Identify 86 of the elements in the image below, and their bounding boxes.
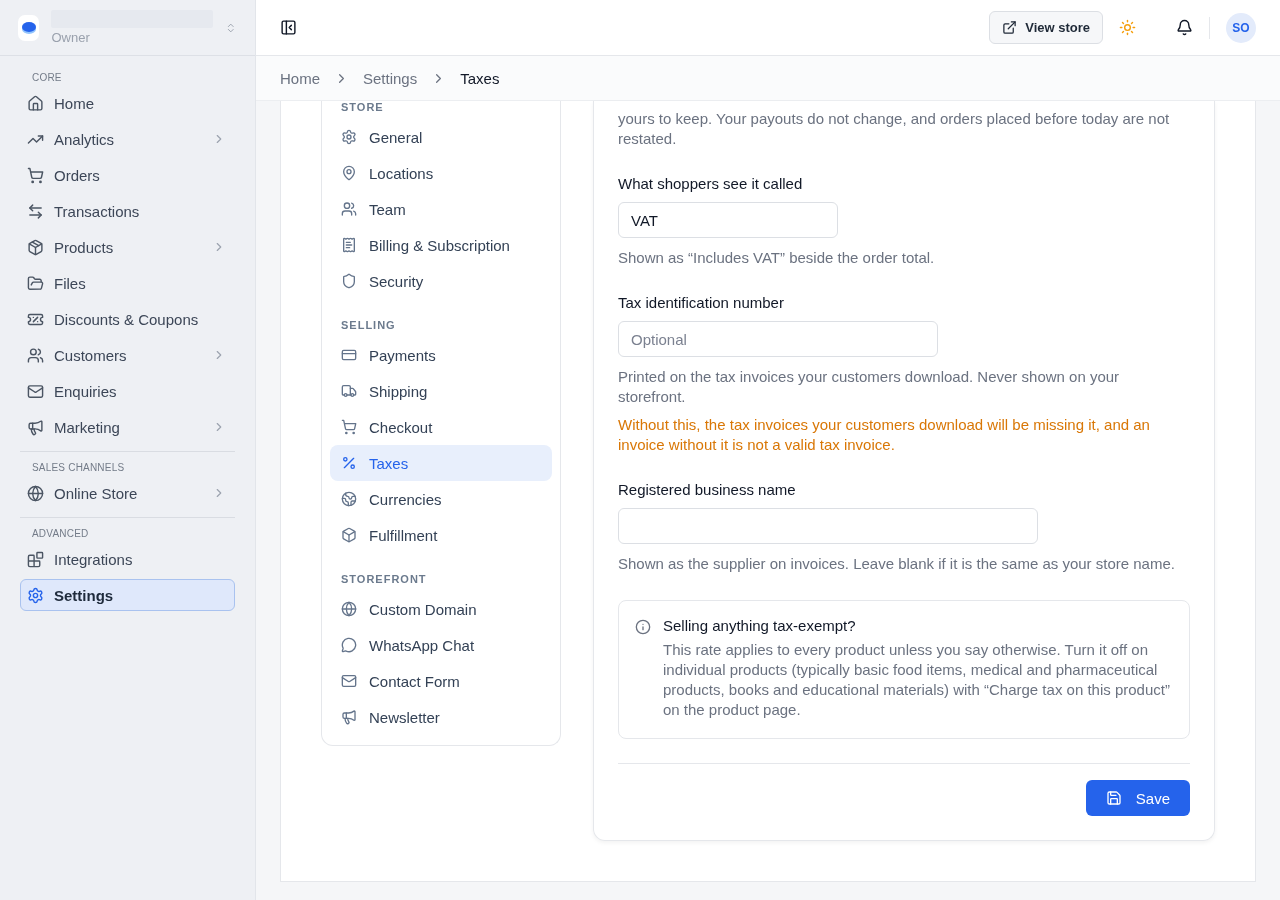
note-title: Selling anything tax-exempt? [663, 617, 857, 634]
input-field[interactable]: Optional [618, 321, 938, 357]
settings-nav-item[interactable]: Team [330, 191, 552, 227]
home-icon [27, 94, 44, 112]
input-field[interactable] [618, 508, 1038, 544]
settings-nav-item[interactable]: Checkout [330, 409, 552, 445]
users-icon [341, 201, 357, 217]
field-label: Registered business name [618, 481, 797, 498]
cart-icon [341, 419, 357, 435]
intro-text: yours to keep. Your payouts do not change, and orders placed before today are not restated. [618, 109, 1171, 149]
blocks-icon [27, 550, 44, 568]
nav-item[interactable]: Marketing [20, 411, 235, 443]
megaphone-icon [341, 709, 357, 725]
box-icon [27, 238, 44, 256]
globe-icon [341, 601, 357, 617]
settings-nav-item[interactable]: Custom Domain [330, 591, 552, 627]
mail-icon [27, 382, 44, 400]
megaphone-icon [27, 418, 44, 436]
section-title: STORE [340, 101, 385, 115]
settings-nav-item[interactable]: Billing & Subscription [330, 227, 552, 263]
save-icon [1105, 790, 1122, 806]
arrows-icon [27, 202, 44, 220]
folder-icon [27, 274, 44, 292]
settings-nav-item[interactable]: Payments [330, 337, 552, 373]
settings-nav-item[interactable]: Currencies [330, 481, 552, 517]
settings-nav-item[interactable]: Locations [330, 155, 552, 191]
users-icon [27, 346, 44, 364]
field-label: Tax identification number [618, 294, 785, 311]
help-text: Shown as “Includes VAT” beside the order total. [618, 248, 936, 268]
nav-item[interactable]: Orders [20, 159, 235, 191]
section-title: SALES CHANNELS [31, 461, 126, 475]
nav-item[interactable]: Analytics [20, 123, 235, 155]
mail-icon [341, 673, 357, 689]
sun-icon[interactable] [1119, 19, 1136, 36]
section-title: CORE [31, 71, 63, 85]
nav-item[interactable]: Discounts & Coupons [20, 303, 235, 335]
save-button[interactable]: Save [1085, 780, 1190, 816]
note-text: This rate applies to every product unless you say otherwise. Turn it off on individual products (typically basic food items, medical and pharmaceutical products, books and educational materials) with “Charge tax on this product” on the product page. [663, 640, 1171, 720]
nav-item[interactable]: Enquiries [20, 375, 235, 407]
external-link-icon [1002, 20, 1018, 35]
receipt-icon [341, 237, 357, 253]
settings-nav-item[interactable]: WhatsApp Chat [330, 627, 552, 663]
account-role: Owner [51, 30, 91, 45]
percent-icon [341, 455, 357, 471]
logo-icon [18, 14, 40, 41]
help-text: Printed on the tax invoices your customers download. Never shown on your storefront. [618, 367, 1121, 407]
view-store-button[interactable]: View store [989, 11, 1103, 44]
section-title: STOREFRONT [340, 572, 428, 587]
settings-nav-item[interactable]: Fulfillment [330, 517, 552, 553]
section-title: ADVANCED [31, 527, 90, 541]
user-avatar[interactable]: SO [1226, 12, 1256, 43]
globe-icon [27, 484, 44, 502]
warning-text: Without this, the tax invoices your customers download will be missing it, and an invoice without it is not a valid tax invoice. [618, 415, 1151, 455]
breadcrumb-link[interactable]: Home [280, 69, 320, 87]
help-text: Shown as the supplier on invoices. Leave blank if it is the same as your store name. [618, 554, 1176, 574]
section-title: SELLING [340, 318, 397, 333]
settings-nav-item[interactable]: Newsletter [330, 699, 552, 735]
info-icon [635, 619, 651, 635]
shield-icon [341, 273, 357, 289]
settings-nav-item[interactable]: Shipping [330, 373, 552, 409]
truck-icon [341, 383, 357, 399]
input-field[interactable]: VAT [618, 202, 838, 238]
nav-item[interactable]: Home [20, 87, 235, 119]
settings-nav-item[interactable]: Security [330, 263, 552, 299]
settings-nav-item[interactable]: General [330, 119, 552, 155]
pin-icon [341, 165, 357, 181]
card-icon [341, 347, 357, 363]
settings-nav-item[interactable]: Taxes [330, 445, 552, 481]
nav-item[interactable]: Settings [20, 579, 235, 611]
breadcrumb-link[interactable]: Settings [363, 69, 418, 87]
globe-icon [341, 491, 357, 507]
nav-item[interactable]: Integrations [20, 543, 235, 575]
settings-icon [341, 129, 357, 145]
nav-item[interactable]: Products [20, 231, 235, 263]
nav-item[interactable]: Customers [20, 339, 235, 371]
bell-icon[interactable] [1176, 19, 1193, 36]
box-icon [341, 527, 357, 543]
cart-icon [27, 166, 44, 184]
settings-icon [27, 586, 44, 604]
chat-icon [341, 637, 357, 653]
nav-item[interactable]: Files [20, 267, 235, 299]
nav-item[interactable]: Transactions [20, 195, 235, 227]
nav-item[interactable]: Online Store [20, 477, 235, 509]
sidebar-toggle-icon[interactable] [280, 19, 297, 36]
field-label: What shoppers see it called [618, 175, 804, 192]
settings-nav-item[interactable]: Contact Form [330, 663, 552, 699]
